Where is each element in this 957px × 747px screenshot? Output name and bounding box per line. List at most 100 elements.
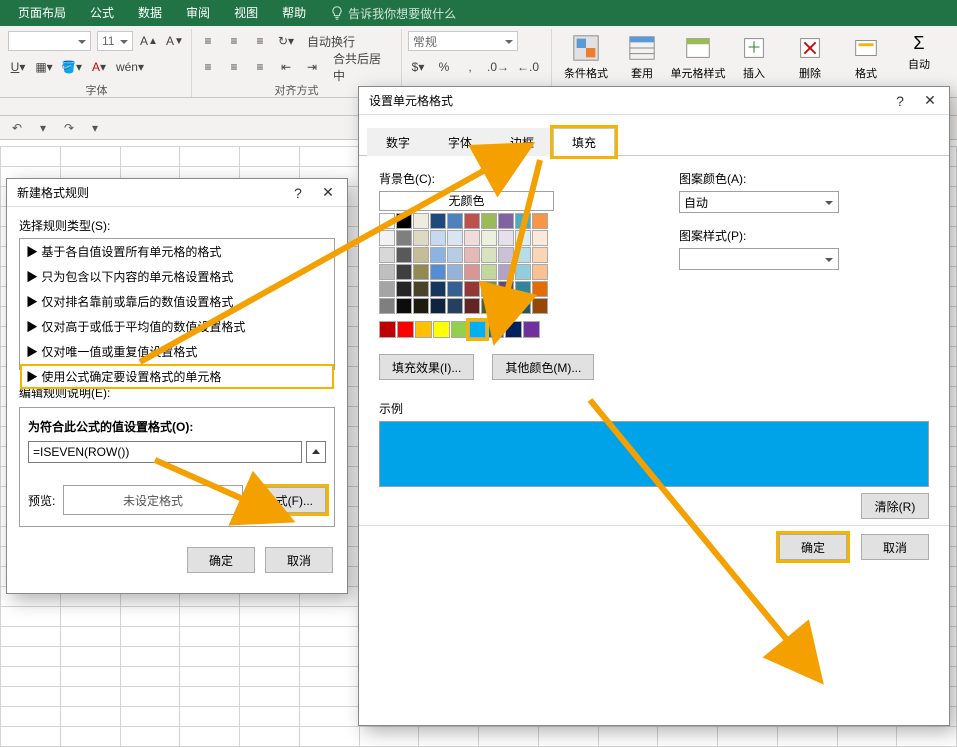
color-swatch[interactable] [532, 213, 548, 229]
align-right-icon[interactable]: ≡ [250, 57, 270, 77]
merge-center-button[interactable]: 合共后居中 [328, 57, 395, 77]
undo-button[interactable]: ↶ [6, 117, 28, 139]
color-swatch[interactable] [413, 247, 429, 263]
ok-button[interactable]: 确定 [779, 534, 847, 560]
rule-type-list[interactable]: ▶ 基于各自值设置所有单元格的格式 ▶ 只为包含以下内容的单元格设置格式 ▶ 仅… [19, 238, 335, 370]
font-color-icon[interactable]: A▾ [89, 57, 109, 77]
color-swatch[interactable] [415, 321, 432, 338]
tab-font[interactable]: 字体 [429, 128, 491, 156]
color-swatch[interactable] [498, 213, 514, 229]
redo-button[interactable]: ↷ [58, 117, 80, 139]
color-swatch[interactable] [464, 298, 480, 314]
increase-indent-icon[interactable]: ⇥ [302, 57, 322, 77]
color-swatch[interactable] [469, 321, 486, 338]
comma-icon[interactable]: , [460, 57, 480, 77]
tab-fill[interactable]: 填充 [553, 128, 615, 156]
color-swatch[interactable] [430, 264, 446, 280]
color-swatch[interactable] [523, 321, 540, 338]
font-size-combo[interactable]: 11 [97, 31, 133, 51]
format-button[interactable]: 格式(F)... [251, 487, 326, 513]
wrap-text-button[interactable]: 自动换行 [302, 31, 360, 51]
pattern-color-combo[interactable]: 自动 [679, 191, 839, 213]
color-swatch[interactable] [515, 264, 531, 280]
color-swatch[interactable] [451, 321, 468, 338]
ok-button[interactable]: 确定 [187, 547, 255, 573]
color-swatch[interactable] [447, 298, 463, 314]
percent-icon[interactable]: % [434, 57, 454, 77]
collapse-dialog-button[interactable] [306, 441, 326, 463]
cancel-button[interactable]: 取消 [861, 534, 929, 560]
color-swatch[interactable] [379, 247, 395, 263]
tab-review[interactable]: 审阅 [174, 0, 222, 26]
color-swatch[interactable] [430, 298, 446, 314]
align-top-icon[interactable]: ≡ [198, 31, 218, 51]
color-swatch[interactable] [447, 230, 463, 246]
help-button[interactable]: ? [283, 179, 313, 207]
color-swatch[interactable] [498, 281, 514, 297]
color-swatch[interactable] [481, 247, 497, 263]
close-button[interactable]: ✕ [915, 87, 945, 115]
decrease-decimal-icon[interactable]: ←.0 [516, 57, 540, 77]
align-middle-icon[interactable]: ≡ [224, 31, 244, 51]
border-icon[interactable]: ▦▾ [34, 57, 54, 77]
color-swatch[interactable] [464, 264, 480, 280]
color-swatch[interactable] [396, 298, 412, 314]
color-swatch[interactable] [481, 298, 497, 314]
redo-dropdown[interactable]: ▾ [84, 117, 106, 139]
increase-decimal-icon[interactable]: .0→ [486, 57, 510, 77]
color-swatch[interactable] [447, 213, 463, 229]
color-swatch[interactable] [447, 281, 463, 297]
rule-type-item[interactable]: ▶ 基于各自值设置所有单元格的格式 [20, 239, 334, 264]
color-swatch[interactable] [464, 281, 480, 297]
color-swatch[interactable] [379, 281, 395, 297]
color-swatch[interactable] [515, 230, 531, 246]
tab-help[interactable]: 帮助 [270, 0, 318, 26]
align-bottom-icon[interactable]: ≡ [250, 31, 270, 51]
align-center-icon[interactable]: ≡ [224, 57, 244, 77]
currency-icon[interactable]: $▾ [408, 57, 428, 77]
increase-font-icon[interactable]: A▲ [139, 31, 159, 51]
color-swatch[interactable] [413, 230, 429, 246]
tab-view[interactable]: 视图 [222, 0, 270, 26]
close-button[interactable]: ✕ [313, 179, 343, 207]
rule-type-item[interactable]: ▶ 只为包含以下内容的单元格设置格式 [20, 264, 334, 289]
color-swatch[interactable] [487, 321, 504, 338]
color-swatch[interactable] [413, 213, 429, 229]
color-swatch[interactable] [396, 230, 412, 246]
color-swatch[interactable] [379, 321, 396, 338]
color-swatch[interactable] [498, 230, 514, 246]
color-swatch[interactable] [505, 321, 522, 338]
color-swatch[interactable] [379, 230, 395, 246]
color-swatch[interactable] [464, 213, 480, 229]
tab-data[interactable]: 数据 [126, 0, 174, 26]
color-swatch[interactable] [481, 230, 497, 246]
color-swatch[interactable] [498, 298, 514, 314]
color-swatch[interactable] [430, 247, 446, 263]
color-swatch[interactable] [447, 247, 463, 263]
color-swatch[interactable] [379, 298, 395, 314]
color-swatch[interactable] [515, 247, 531, 263]
orientation-icon[interactable]: ↻▾ [276, 31, 296, 51]
color-swatch[interactable] [396, 247, 412, 263]
color-swatch[interactable] [532, 230, 548, 246]
color-swatch[interactable] [481, 213, 497, 229]
color-swatch[interactable] [498, 247, 514, 263]
rule-type-item[interactable]: ▶ 仅对高于或低于平均值的数值设置格式 [20, 314, 334, 339]
color-swatch[interactable] [396, 264, 412, 280]
tab-number[interactable]: 数字 [367, 128, 429, 156]
color-swatch[interactable] [379, 264, 395, 280]
tell-me-search[interactable]: 告诉我你想要做什么 [330, 5, 456, 22]
color-swatch[interactable] [532, 298, 548, 314]
align-left-icon[interactable]: ≡ [198, 57, 218, 77]
color-swatch[interactable] [481, 264, 497, 280]
font-name-combo[interactable] [8, 31, 91, 51]
color-swatch[interactable] [481, 281, 497, 297]
fill-effects-button[interactable]: 填充效果(I)... [379, 354, 474, 380]
color-swatch[interactable] [515, 213, 531, 229]
phonetic-icon[interactable]: wén▾ [115, 57, 145, 77]
more-colors-button[interactable]: 其他颜色(M)... [492, 354, 594, 380]
formula-input[interactable] [28, 441, 302, 463]
rule-type-item[interactable]: ▶ 仅对唯一值或重复值设置格式 [20, 339, 334, 364]
clear-button[interactable]: 清除(R) [861, 493, 929, 519]
color-swatch[interactable] [433, 321, 450, 338]
